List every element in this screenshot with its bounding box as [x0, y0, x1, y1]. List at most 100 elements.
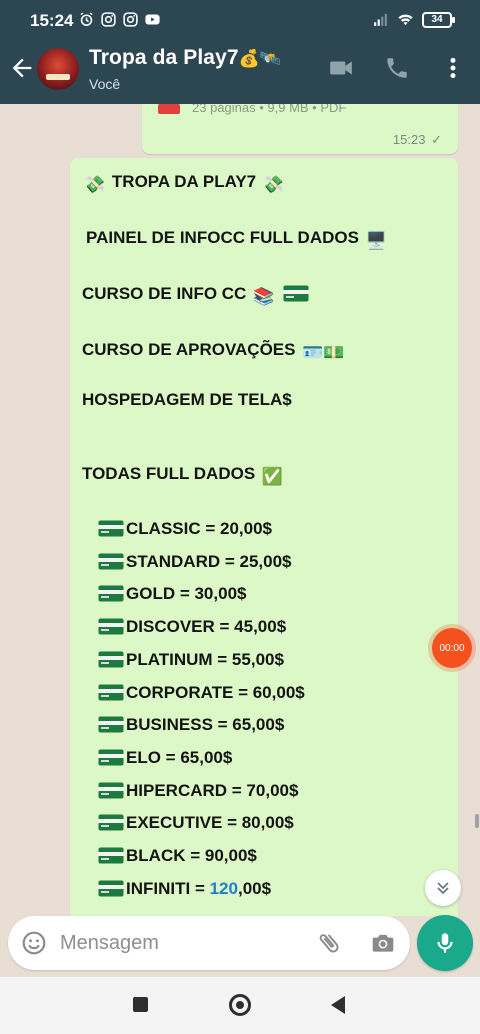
chat-title[interactable]: Tropa da Play7💰🛰️ — [89, 46, 281, 70]
phone-number-link[interactable]: 120 — [210, 879, 238, 898]
mic-button[interactable] — [417, 915, 473, 971]
home-icon[interactable] — [229, 994, 251, 1016]
card-icon — [98, 782, 124, 799]
price-item-text: CLASSIC = 20,00$ — [126, 519, 272, 538]
status-right: 34 — [372, 11, 455, 28]
card-icon — [98, 716, 124, 733]
price-item-infiniti-suffix: ,00$ — [237, 879, 272, 898]
price-item-text: BLACK = 90,00$ — [126, 846, 257, 865]
document-message[interactable]: 23 páginas • 9,9 MB • PDF 15:23 ✓ — [142, 104, 458, 154]
chat-title-text: Tropa da Play7 — [89, 46, 239, 69]
card-icon — [98, 880, 124, 897]
system-nav-bar — [0, 976, 480, 1034]
computer-icon: 🖥️ — [365, 231, 387, 250]
message-input[interactable] — [60, 930, 300, 956]
price-item-infiniti-prefix: INFINITI = — [126, 879, 210, 898]
books-icon: 📚 — [253, 287, 275, 306]
line-curso-info: CURSO DE INFO CC 📚 — [82, 284, 311, 307]
line-curso-info-text: CURSO DE INFO CC — [82, 284, 247, 303]
message-time-text: 15:23 — [392, 132, 426, 147]
phone-icon[interactable] — [384, 55, 410, 81]
price-item-text: ELO = 65,00$ — [126, 747, 233, 767]
price-item: CORPORATE = 60,00$ — [96, 683, 305, 703]
chat-subtitle: Você — [89, 76, 121, 92]
price-item-text: HIPERCARD = 70,00$ — [126, 780, 299, 800]
status-bar: 15:24 34 — [0, 0, 480, 40]
avatar[interactable] — [37, 48, 79, 90]
back-icon[interactable] — [331, 996, 345, 1014]
price-item-text: GOLD = 30,00$ — [126, 584, 247, 604]
money-wings-icon: 💸 — [84, 175, 106, 194]
price-item-text: STANDARD = 25,00$ — [126, 551, 292, 571]
price-item-text: PLATINUM = 55,00$ — [126, 649, 284, 669]
card-icon — [98, 585, 124, 602]
price-item: HIPERCARD = 70,00$ — [96, 781, 298, 801]
card-icon — [98, 520, 124, 537]
price-item: CLASSIC = 20,00$ — [96, 519, 272, 539]
line-painel-text: PAINEL DE INFOCC FULL DADOS — [86, 228, 359, 247]
mic-icon — [437, 933, 453, 953]
scroll-to-bottom-button[interactable] — [425, 870, 461, 906]
battery-icon: 34 — [422, 11, 455, 28]
price-item: GOLD = 30,00$ — [96, 584, 246, 604]
card-icon — [98, 749, 124, 766]
id-card-money-icon: 🪪💵 — [302, 343, 345, 362]
recents-icon[interactable] — [133, 997, 148, 1012]
card-icon — [98, 847, 124, 864]
line-curso-aprov-text: CURSO DE APROVAÇÕES — [82, 340, 296, 359]
card-icon — [98, 684, 124, 700]
attach-icon[interactable] — [316, 930, 342, 956]
line-todas-text: TODAS FULL DADOS — [82, 464, 256, 483]
line-curso-aprov: CURSO DE APROVAÇÕES 🪪💵 — [82, 340, 347, 363]
notification-icons — [78, 11, 161, 28]
alarm-icon — [80, 12, 93, 26]
card-icon — [98, 651, 124, 668]
price-item: ELO = 65,00$ — [96, 748, 232, 768]
money-wings-icon: 💸 — [262, 175, 285, 194]
line-todas: TODAS FULL DADOS ✅ — [82, 464, 285, 487]
video-call-icon[interactable] — [328, 55, 354, 81]
document-meta: 23 páginas • 9,9 MB • PDF — [192, 104, 347, 115]
camera-icon[interactable] — [370, 930, 396, 956]
sent-check-icon: ✓ — [431, 132, 442, 147]
price-item-text: EXECUTIVE = 80,00$ — [126, 813, 294, 833]
price-item-text: DISCOVER = 45,00$ — [126, 617, 287, 637]
line-hospedagem: HOSPEDAGEM DE TELA$ — [82, 390, 292, 409]
screen-record-timer[interactable]: 00:00 — [432, 628, 472, 668]
signal-icon — [374, 13, 387, 26]
price-item: EXECUTIVE = 80,00$ — [96, 813, 294, 833]
price-item-infiniti: INFINITI = 120,00$ — [96, 879, 271, 899]
youtube-icon — [145, 14, 160, 25]
price-item-text: CORPORATE = 60,00$ — [126, 682, 305, 702]
check-mark-icon: ✅ — [261, 467, 284, 486]
pdf-icon — [158, 104, 180, 114]
text-message[interactable]: 💸 TROPA DA PLAY7 💸 PAINEL DE INFOCC FULL… — [70, 158, 458, 916]
scrollbar[interactable] — [475, 814, 479, 828]
message-heading: 💸 TROPA DA PLAY7 💸 — [82, 172, 286, 195]
top-bar: 15:24 34 Tropa da Play7💰🛰️ Você — [0, 0, 480, 104]
message-composer — [8, 916, 410, 970]
instagram-icon — [101, 12, 116, 27]
heading-text: TROPA DA PLAY7 — [111, 172, 257, 191]
chat-area[interactable]: 23 páginas • 9,9 MB • PDF 15:23 ✓ 💸 TROP… — [0, 104, 480, 916]
chat-header: Tropa da Play7💰🛰️ Você — [0, 40, 480, 104]
instagram-icon — [123, 12, 138, 27]
price-item: STANDARD = 25,00$ — [96, 552, 292, 572]
message-time: 15:23 ✓ — [393, 132, 442, 148]
price-item: DISCOVER = 45,00$ — [96, 617, 286, 637]
more-vert-icon[interactable] — [440, 55, 466, 81]
double-chevron-down-icon — [437, 882, 449, 895]
card-icon — [98, 814, 124, 831]
back-arrow-icon[interactable] — [8, 54, 36, 82]
price-item-text: BUSINESS = 65,00$ — [126, 715, 285, 735]
price-item: BLACK = 90,00$ — [96, 846, 257, 866]
emoji-icon[interactable] — [21, 930, 47, 956]
status-time: 15:24 — [30, 11, 74, 30]
price-item: BUSINESS = 65,00$ — [96, 715, 284, 735]
price-item: PLATINUM = 55,00$ — [96, 650, 284, 670]
line-painel: PAINEL DE INFOCC FULL DADOS 🖥️ — [86, 228, 389, 251]
card-icon — [283, 285, 309, 302]
chat-title-emoji: 💰🛰️ — [238, 49, 282, 68]
card-icon — [98, 618, 124, 635]
wifi-icon — [398, 14, 413, 26]
